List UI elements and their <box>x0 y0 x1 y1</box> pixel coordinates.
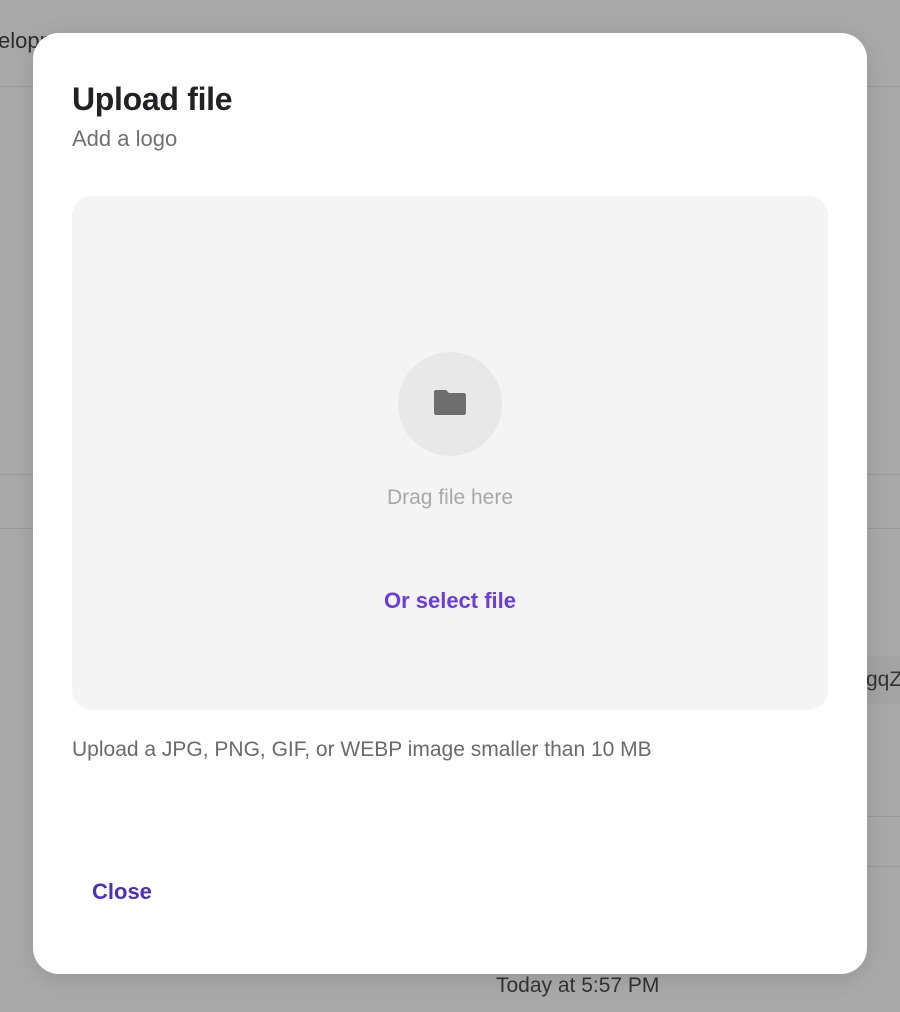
upload-hint: Upload a JPG, PNG, GIF, or WEBP image sm… <box>72 738 652 761</box>
dialog-subtitle: Add a logo <box>72 126 178 151</box>
background-id-text: gqZ <box>866 668 900 691</box>
close-button[interactable]: Close <box>77 869 167 915</box>
background-divider <box>866 866 900 867</box>
background-timestamp: Today at 5:57 PM <box>496 974 660 997</box>
drag-file-text: Drag file here <box>386 486 514 509</box>
folder-icon <box>433 388 467 421</box>
upload-file-dialog: Upload file Add a logo Drag file here Or… <box>33 33 867 974</box>
select-file-link[interactable]: Or select file <box>384 588 516 613</box>
background-divider <box>866 816 900 817</box>
folder-icon-circle <box>398 352 502 456</box>
dialog-title: Upload file <box>72 81 233 117</box>
select-file-container: Or select file <box>72 588 828 614</box>
file-dropzone[interactable]: Drag file here Or select file <box>72 196 828 710</box>
